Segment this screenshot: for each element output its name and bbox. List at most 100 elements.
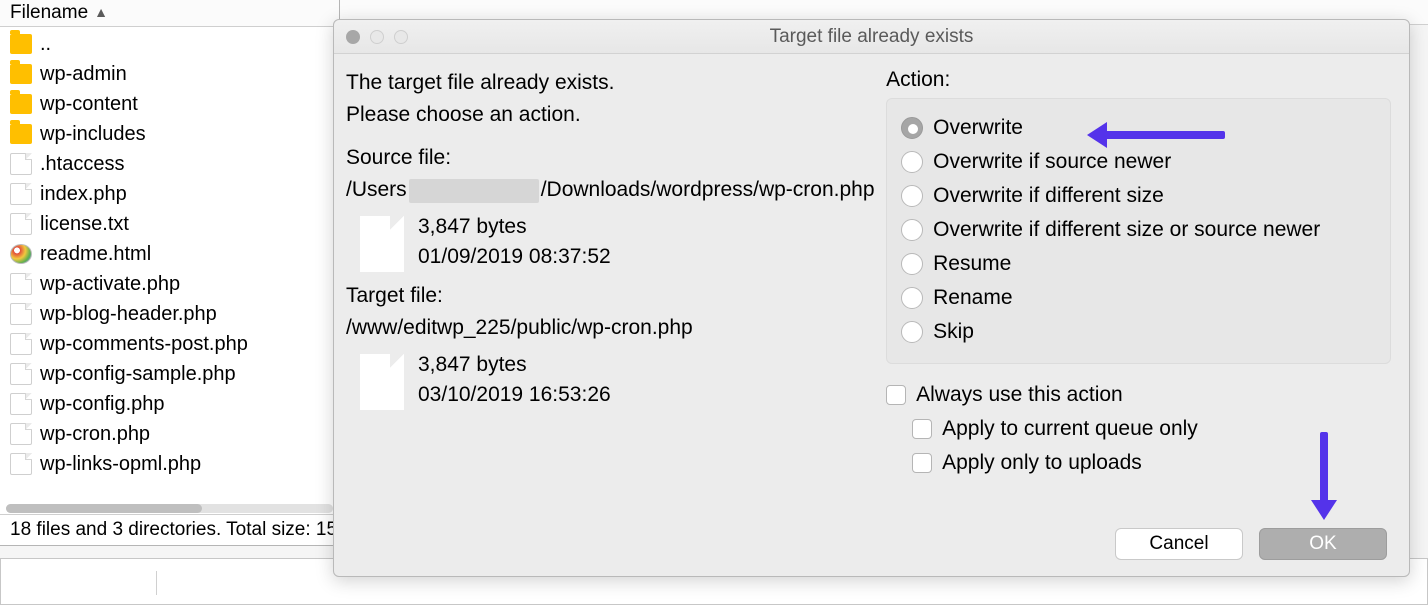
document-icon (360, 216, 404, 272)
radio-overwrite-if-diff-size-or-newer[interactable]: Overwrite if different size or source ne… (901, 213, 1376, 247)
file-name-label: wp-blog-header.php (40, 302, 217, 326)
minimize-icon (370, 30, 384, 44)
file-icon (10, 423, 32, 445)
file-row[interactable]: wp-activate.php (0, 269, 339, 299)
file-name-label: wp-links-opml.php (40, 452, 201, 476)
close-icon[interactable] (346, 30, 360, 44)
file-name-label: .. (40, 32, 51, 56)
checkbox-icon[interactable] (912, 453, 932, 473)
radio-label: Overwrite (933, 116, 1023, 140)
sort-ascending-icon: ▲ (94, 4, 108, 20)
dialog-info-column: The target file already exists. Please c… (346, 68, 876, 520)
file-icon (10, 213, 32, 235)
folder-icon (10, 64, 32, 84)
file-row[interactable]: readme.html (0, 239, 339, 269)
file-column-header[interactable]: Filename ▲ (0, 0, 339, 27)
radio-icon[interactable] (901, 287, 923, 309)
status-bar: 18 files and 3 directories. Total size: … (0, 514, 339, 545)
checkbox-always-use-action[interactable]: Always use this action (886, 378, 1391, 412)
radio-overwrite-if-newer[interactable]: Overwrite if source newer (901, 145, 1376, 179)
file-row[interactable]: wp-includes (0, 119, 339, 149)
status-text: 18 files and 3 directories. Total size: … (10, 519, 337, 540)
file-row[interactable]: wp-cron.php (0, 419, 339, 449)
html-file-icon (10, 244, 32, 264)
radio-overwrite[interactable]: Overwrite (901, 111, 1376, 145)
file-name-label: wp-admin (40, 62, 127, 86)
radio-overwrite-if-diff-size[interactable]: Overwrite if different size (901, 179, 1376, 213)
radio-icon[interactable] (901, 253, 923, 275)
file-icon (10, 183, 32, 205)
document-icon (360, 354, 404, 410)
dialog-titlebar[interactable]: Target file already exists (334, 20, 1409, 54)
file-name-label: wp-includes (40, 122, 146, 146)
checkbox-icon[interactable] (886, 385, 906, 405)
target-file-date: 03/10/2019 16:53:26 (418, 380, 611, 410)
radio-label: Overwrite if different size or source ne… (933, 218, 1320, 242)
file-row[interactable]: wp-admin (0, 59, 339, 89)
file-row[interactable]: wp-links-opml.php (0, 449, 339, 479)
checkbox-label: Always use this action (916, 383, 1123, 407)
radio-label: Rename (933, 286, 1012, 310)
radio-icon[interactable] (901, 117, 923, 139)
file-row[interactable]: wp-blog-header.php (0, 299, 339, 329)
radio-skip[interactable]: Skip (901, 315, 1376, 349)
file-name-label: index.php (40, 182, 127, 206)
scrollbar-thumb[interactable] (6, 504, 202, 513)
file-icon (10, 453, 32, 475)
file-icon (10, 273, 32, 295)
file-row[interactable]: .. (0, 29, 339, 59)
file-list[interactable]: .. wp-admin wp-content wp-includes .htaccess… (0, 27, 339, 503)
dialog-title: Target file already exists (334, 26, 1409, 48)
folder-icon (10, 94, 32, 114)
file-name-label: .htaccess (40, 152, 124, 176)
file-browser-pane: Filename ▲ .. wp-admin wp-content wp-includ… (0, 0, 340, 546)
target-file-label: Target file: (346, 281, 876, 311)
source-file-path: /Users /Downloads/wordpress/wp-cron.php (346, 175, 876, 205)
button-label: Cancel (1149, 533, 1208, 555)
radio-icon[interactable] (901, 321, 923, 343)
file-name-label: wp-config-sample.php (40, 362, 236, 386)
source-file-date: 01/09/2019 08:37:52 (418, 242, 611, 272)
folder-icon (10, 34, 32, 54)
redacted-username (409, 179, 539, 203)
file-row[interactable]: wp-content (0, 89, 339, 119)
radio-label: Overwrite if different size (933, 184, 1164, 208)
file-row[interactable]: wp-config-sample.php (0, 359, 339, 389)
folder-icon (10, 124, 32, 144)
checkbox-label: Apply to current queue only (942, 417, 1198, 441)
file-name-label: wp-activate.php (40, 272, 180, 296)
file-name-label: wp-comments-post.php (40, 332, 248, 356)
button-label: OK (1309, 533, 1336, 555)
radio-icon[interactable] (901, 219, 923, 241)
filename-header-label: Filename (10, 2, 88, 24)
radio-label: Overwrite if source newer (933, 150, 1171, 174)
dialog-message-line1: The target file already exists. (346, 68, 876, 98)
maximize-icon (394, 30, 408, 44)
file-row[interactable]: index.php (0, 179, 339, 209)
dialog-message-line2: Please choose an action. (346, 100, 876, 130)
radio-resume[interactable]: Resume (901, 247, 1376, 281)
file-icon (10, 303, 32, 325)
radio-rename[interactable]: Rename (901, 281, 1376, 315)
radio-icon[interactable] (901, 185, 923, 207)
target-file-path: /www/editwp_225/public/wp-cron.php (346, 313, 876, 343)
cancel-button[interactable]: Cancel (1115, 528, 1243, 560)
radio-label: Skip (933, 320, 974, 344)
file-row[interactable]: wp-config.php (0, 389, 339, 419)
checkbox-icon[interactable] (912, 419, 932, 439)
radio-icon[interactable] (901, 151, 923, 173)
file-row[interactable]: wp-comments-post.php (0, 329, 339, 359)
horizontal-scrollbar[interactable] (0, 503, 339, 514)
target-file-size: 3,847 bytes (418, 350, 611, 380)
ok-button[interactable]: OK (1259, 528, 1387, 560)
file-name-label: wp-config.php (40, 392, 165, 416)
file-row[interactable]: .htaccess (0, 149, 339, 179)
source-file-label: Source file: (346, 143, 876, 173)
file-row[interactable]: license.txt (0, 209, 339, 239)
file-icon (10, 393, 32, 415)
file-icon (10, 153, 32, 175)
file-icon (10, 363, 32, 385)
file-name-label: license.txt (40, 212, 129, 236)
checkbox-label: Apply only to uploads (942, 451, 1142, 475)
file-icon (10, 333, 32, 355)
